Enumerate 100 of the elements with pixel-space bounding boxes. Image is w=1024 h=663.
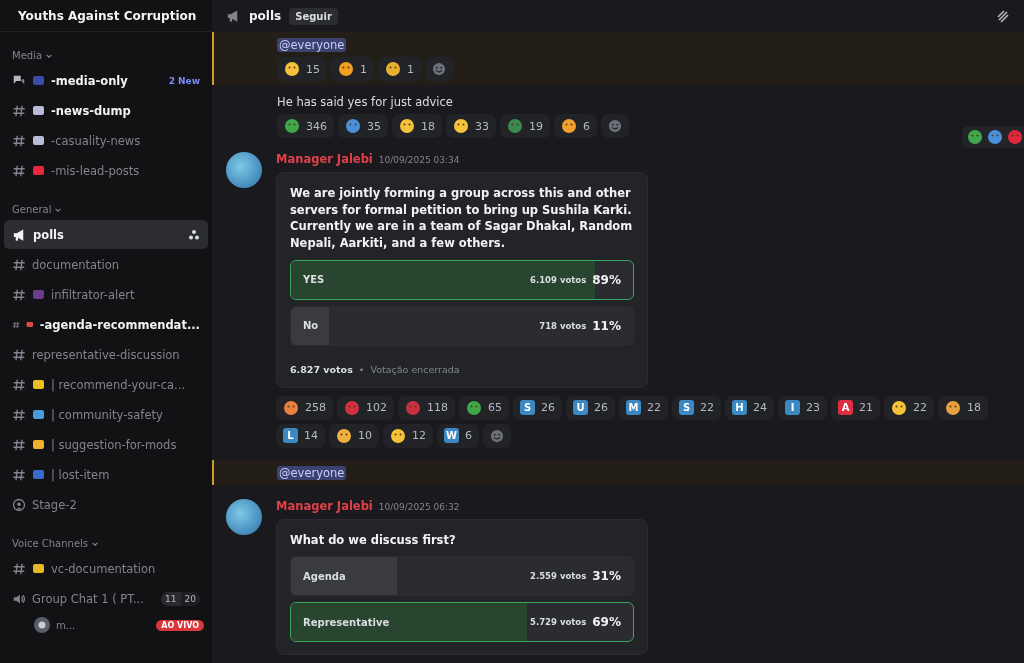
- channel-item[interactable]: -news-dump: [4, 96, 208, 125]
- reaction-chip[interactable]: 15: [277, 57, 327, 81]
- reaction-chip[interactable]: H 24: [725, 395, 774, 420]
- author-name[interactable]: Manager Jalebi: [276, 498, 373, 513]
- reaction-chip[interactable]: 10: [329, 423, 379, 448]
- avatar-icon: [34, 617, 50, 633]
- letter-emoji: A: [838, 400, 853, 416]
- reaction-chip[interactable]: 346: [277, 114, 334, 138]
- channel-item[interactable]: polls: [4, 220, 208, 249]
- channel-item[interactable]: Stage-2: [4, 490, 208, 519]
- channel-item[interactable]: -casuality-news: [4, 126, 208, 155]
- channel-item[interactable]: | recommend-your-ca...: [4, 370, 208, 399]
- hash-icon: [12, 347, 26, 362]
- channel-item[interactable]: representative-discussion: [4, 340, 208, 369]
- vote-percent: 11%: [592, 318, 621, 333]
- reaction-chip[interactable]: 12: [383, 423, 433, 448]
- reaction-chip[interactable]: S 26: [513, 395, 562, 420]
- add-reaction-button[interactable]: [425, 57, 453, 81]
- reaction-chip[interactable]: 65: [459, 395, 509, 420]
- category-name[interactable]: Media: [12, 50, 43, 61]
- poll-answer[interactable]: Representative 5.729 votos 69%: [290, 602, 634, 643]
- channel-item[interactable]: Group Chat 1 ( PT... 11 20: [4, 584, 208, 613]
- reaction-chip[interactable]: 1: [331, 57, 374, 81]
- vote-percent: 31%: [592, 569, 621, 584]
- new-label: 2 New: [168, 75, 200, 86]
- channel-item[interactable]: | community-safety: [4, 400, 208, 429]
- channel-item[interactable]: -mis-lead-posts: [4, 156, 208, 185]
- reaction-chip[interactable]: M 22: [619, 395, 668, 420]
- threads-icon[interactable]: [996, 9, 1010, 23]
- poll-answer[interactable]: No 718 votos 11%: [290, 305, 634, 346]
- reaction-chip[interactable]: 1: [378, 57, 421, 81]
- add-reaction-icon: [608, 119, 622, 133]
- add-reaction-button[interactable]: [601, 114, 629, 138]
- reaction-chip[interactable]: 118: [398, 395, 455, 420]
- live-badge: AO VIVO: [156, 619, 204, 631]
- letter-emoji: S: [679, 400, 694, 416]
- hash-icon: [12, 437, 26, 452]
- reaction-chip[interactable]: 35: [338, 114, 388, 138]
- hash-icon: [12, 103, 26, 118]
- vote-percent: 69%: [592, 615, 621, 630]
- channel-title: polls: [249, 9, 282, 23]
- follow-button[interactable]: Seguir: [289, 7, 338, 25]
- letter-emoji: S: [520, 400, 535, 416]
- poll-answer[interactable]: Agenda 2.559 votos 31%: [290, 556, 634, 597]
- hash-icon: [12, 561, 26, 576]
- hash-icon: [12, 133, 26, 148]
- reaction-chip[interactable]: S 22: [672, 395, 721, 420]
- member-name[interactable]: m...: [56, 619, 151, 631]
- hash-icon: [12, 257, 26, 272]
- reaction-chip[interactable]: W 6: [437, 423, 479, 448]
- reaction-chip[interactable]: 33: [446, 114, 496, 138]
- answer-label: YES: [303, 274, 326, 286]
- server-name[interactable]: Youths Against Corruption: [18, 8, 197, 23]
- answer-label: Agenda: [303, 570, 347, 582]
- reaction-chip[interactable]: 19: [500, 114, 550, 138]
- reaction-chip[interactable]: 6: [554, 114, 597, 138]
- answer-label: No: [303, 320, 320, 332]
- channel-item[interactable]: vc-documentation: [4, 554, 208, 583]
- add-reaction-button[interactable]: [483, 423, 511, 448]
- category-name[interactable]: Voice Channels: [12, 538, 89, 549]
- letter-emoji: U: [573, 400, 588, 416]
- poll-status: Votação encerrada: [370, 363, 460, 375]
- letter-emoji: I: [785, 400, 800, 416]
- hash-icon: [12, 407, 26, 422]
- total-votes: 6.827 votos: [290, 363, 353, 375]
- reaction-chip[interactable]: 18: [392, 114, 442, 138]
- channel-item[interactable]: | suggestion-for-mods: [4, 430, 208, 459]
- letter-emoji: W: [444, 428, 459, 444]
- vote-count: 6.109 votos: [530, 274, 587, 285]
- mention-tag[interactable]: @everyone: [277, 465, 347, 480]
- vote-count: 718 votos: [539, 320, 587, 331]
- reaction-chip[interactable]: 102: [337, 395, 394, 420]
- avatar: [226, 498, 262, 535]
- reaction-chip[interactable]: U 26: [566, 395, 615, 420]
- category-name[interactable]: General: [12, 204, 52, 215]
- answer-label: Representative: [303, 616, 391, 628]
- reaction-chip[interactable]: 22: [884, 395, 934, 420]
- vote-percent: 89%: [592, 272, 621, 287]
- stage-icon: [12, 497, 26, 512]
- channel-item[interactable]: -agenda-recommendat...: [4, 310, 208, 339]
- reaction-chip[interactable]: A 21: [831, 395, 880, 420]
- hash-icon: [12, 287, 26, 302]
- channel-item[interactable]: documentation: [4, 250, 208, 279]
- add-member-icon[interactable]: [188, 228, 200, 241]
- reaction-chip[interactable]: 18: [938, 395, 988, 420]
- channel-item[interactable]: infiltrator-alert: [4, 280, 208, 309]
- mention-tag[interactable]: @everyone: [277, 38, 347, 52]
- reaction-chip[interactable]: L 14: [276, 423, 325, 448]
- hash-icon: [12, 377, 26, 392]
- timestamp: 10/09/2025 06:32: [378, 501, 460, 512]
- poll-answer[interactable]: YES 6.109 votos 89%: [290, 259, 634, 300]
- hash-icon: [12, 163, 26, 178]
- letter-emoji: H: [732, 400, 747, 416]
- channel-item[interactable]: | lost-item: [4, 460, 208, 489]
- reaction-chip[interactable]: 258: [276, 395, 333, 420]
- add-reaction-icon: [432, 62, 446, 76]
- author-name[interactable]: Manager Jalebi: [276, 152, 373, 166]
- hash-icon: [12, 467, 26, 482]
- channel-item[interactable]: -media-only 2 New: [4, 66, 208, 95]
- reaction-chip[interactable]: I 23: [778, 395, 827, 420]
